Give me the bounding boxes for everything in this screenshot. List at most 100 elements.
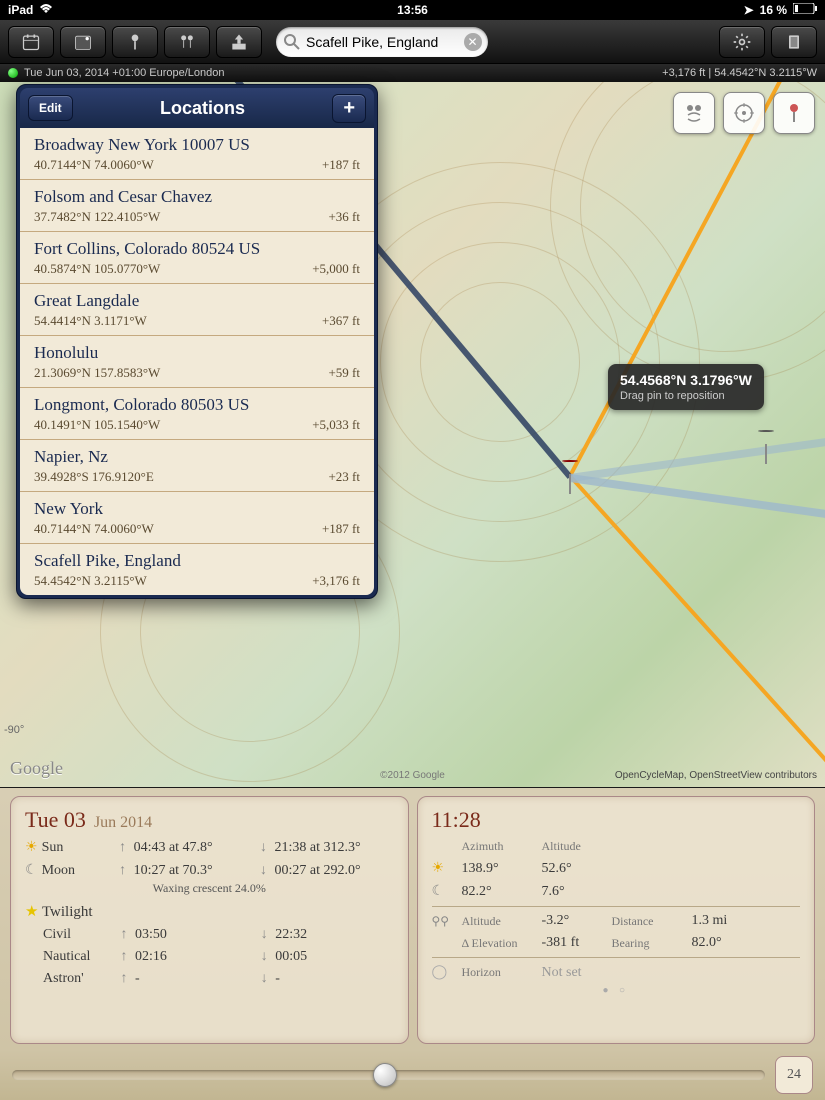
location-item[interactable]: Great Langdale54.4414°N 3.1171°W+367 ft [20, 284, 374, 336]
down-arrow-icon: ↓ [257, 840, 271, 856]
pins-icon: ⚲⚲ [432, 914, 462, 929]
main-toolbar: ✕ [0, 20, 825, 64]
tooltip-coord: 54.4568°N 3.1796°W [620, 372, 752, 388]
location-coord: 40.1491°N 105.1540°W [34, 417, 360, 433]
datetime-label: Tue Jun 03, 2014 +01:00 Europe/London [24, 67, 225, 79]
bearing-header: Bearing [612, 936, 692, 951]
google-logo: Google [10, 758, 63, 779]
clear-search-icon[interactable]: ✕ [464, 33, 482, 51]
altitude-header: Altitude [542, 839, 612, 854]
map-attribution: OpenCycleMap, OpenStreetView contributor… [615, 770, 817, 781]
date-month: Jun 2014 [94, 814, 152, 831]
drop-pin-button[interactable] [773, 92, 815, 134]
compass-pins-button[interactable] [164, 26, 210, 58]
locations-popover: Edit Locations + Broadway New York 10007… [16, 84, 378, 599]
location-name: Napier, Nz [34, 447, 360, 467]
location-item[interactable]: Longmont, Colorado 80503 US40.1491°N 105… [20, 388, 374, 440]
location-item[interactable]: New York40.7144°N 74.0060°W+187 ft [20, 492, 374, 544]
secondary-pin[interactable] [758, 430, 774, 446]
up-arrow-icon: ↑ [116, 863, 130, 879]
swap-pins-button[interactable] [673, 92, 715, 134]
time-slider-row: 24 [0, 1050, 825, 1100]
location-coord: 54.4414°N 3.1171°W [34, 313, 360, 329]
moon-label: Moon [42, 863, 112, 879]
edit-locations-button[interactable]: Edit [28, 95, 73, 121]
distance: 1.3 mi [692, 913, 752, 929]
moon-icon: ☾ [25, 862, 38, 879]
location-name: Broadway New York 10007 US [34, 135, 360, 155]
page-dots[interactable]: ● ○ [432, 985, 801, 996]
moon-phase: Waxing crescent 24.0% [25, 881, 394, 896]
delta-elev: -381 ft [542, 935, 612, 951]
sun-altitude: 52.6° [542, 861, 612, 877]
location-item[interactable]: Folsom and Cesar Chavez 37.7482°N 122.410… [20, 180, 374, 232]
location-name: Great Langdale [34, 291, 360, 311]
tooltip-hint: Drag pin to reposition [620, 390, 752, 402]
help-button[interactable] [771, 26, 817, 58]
location-item[interactable]: Napier, Nz39.4928°S 176.9120°E+23 ft [20, 440, 374, 492]
panel-time: 11:28 [432, 807, 801, 833]
map-copyright: ©2012 Google [380, 770, 445, 781]
sun-set: 21:38 at 312.3° [275, 840, 394, 856]
calendar-button[interactable] [8, 26, 54, 58]
astron-set: - [275, 971, 393, 987]
date-day: Tue 03 [25, 807, 86, 832]
wifi-icon [39, 3, 53, 17]
sun-label: Sun [42, 840, 112, 856]
civil-rise: 03:50 [135, 927, 253, 943]
info-strip: Tue Jun 03, 2014 +01:00 Europe/London +3… [0, 64, 825, 82]
locations-list: Broadway New York 10007 US 40.7144°N 74.0… [20, 128, 374, 595]
delta-elev-header: Δ Elevation [462, 936, 542, 951]
astron-rise: - [135, 971, 253, 987]
sun-rise: 04:43 at 47.8° [134, 840, 253, 856]
center-button[interactable] [723, 92, 765, 134]
astron-label: Astron' [43, 971, 113, 987]
location-coord: 39.4928°S 176.9120°E [34, 469, 360, 485]
pin-altitude-header: Altitude [462, 914, 542, 929]
location-item[interactable]: Fort Collins, Colorado 80524 US40.5874°N… [20, 232, 374, 284]
search-icon [284, 34, 300, 55]
location-elev: +5,000 ft [312, 261, 360, 277]
location-coord: 37.7482°N 122.4105°W [34, 209, 360, 225]
battery-icon [793, 3, 817, 17]
moon-rise: 10:27 at 70.3° [134, 863, 253, 879]
location-item[interactable]: Broadway New York 10007 US 40.7144°N 74.0… [20, 128, 374, 180]
settings-button[interactable] [719, 26, 765, 58]
night-calendar-button[interactable] [60, 26, 106, 58]
up-arrow-icon: ↑ [116, 840, 130, 856]
bottom-panels: Tue 03 Jun 2014 ☀ Sun↑04:43 at 47.8°↓21:3… [0, 788, 825, 1050]
time-panel[interactable]: 11:28 AzimuthAltitude ☀138.9°52.6° ☾82.2… [417, 796, 816, 1044]
location-search-input[interactable] [276, 27, 488, 57]
location-coord: 40.7144°N 74.0060°W [34, 521, 360, 537]
location-pin-button[interactable] [112, 26, 158, 58]
star-icon: ★ [25, 904, 38, 920]
hour-mode-button[interactable]: 24 [775, 1056, 813, 1094]
date-panel[interactable]: Tue 03Jun 2014 ☀ Sun↑04:43 at 47.8°↓21:3… [10, 796, 409, 1044]
civil-label: Civil [43, 927, 113, 943]
location-coord: 21.3069°N 157.8583°W [34, 365, 360, 381]
azimuth-header: Azimuth [462, 839, 542, 854]
location-services-icon: ➤ [744, 3, 754, 17]
location-elev: +36 ft [328, 209, 360, 225]
sun-icon: ☀ [432, 860, 462, 877]
gps-status-icon [8, 68, 18, 78]
add-location-button[interactable]: + [332, 94, 366, 123]
device-label: iPad [8, 3, 33, 17]
degree-label: -90° [4, 724, 24, 736]
location-item[interactable]: Honolulu21.3069°N 157.8583°W+59 ft [20, 336, 374, 388]
moon-set: 00:27 at 292.0° [275, 863, 394, 879]
primary-pin[interactable] [562, 460, 578, 476]
pin-tooltip: 54.4568°N 3.1796°W Drag pin to repositio… [608, 364, 764, 410]
nautical-rise: 02:16 [135, 949, 253, 965]
battery-pct: 16 % [760, 3, 787, 17]
location-item[interactable]: Scafell Pike, England54.4542°N 3.2115°W+… [20, 544, 374, 595]
location-name: New York [34, 499, 360, 519]
share-button[interactable] [216, 26, 262, 58]
location-elev: +59 ft [328, 365, 360, 381]
slider-thumb[interactable] [373, 1063, 397, 1087]
location-coord: 40.7144°N 74.0060°W [34, 157, 360, 173]
moon-icon: ☾ [432, 883, 462, 900]
location-name: Folsom and Cesar Chavez [34, 187, 360, 207]
time-slider[interactable] [12, 1070, 765, 1080]
moon-azimuth: 82.2° [462, 884, 542, 900]
